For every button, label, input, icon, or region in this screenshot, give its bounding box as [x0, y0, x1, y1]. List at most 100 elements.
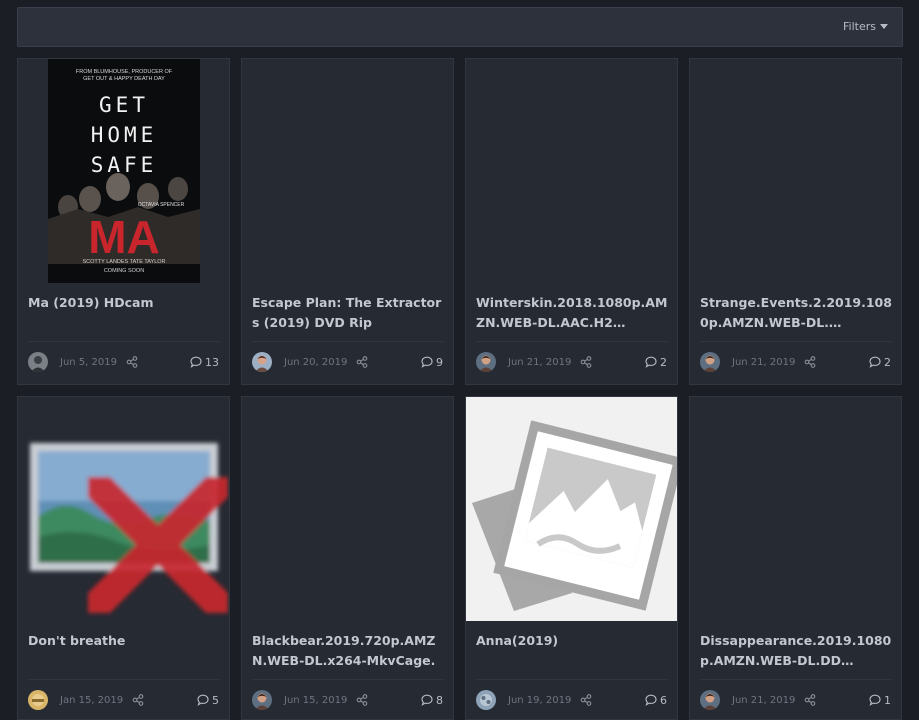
comment-count-value: 5 — [212, 693, 219, 707]
share-icon[interactable] — [356, 356, 368, 368]
poster-headline-1: GET — [99, 93, 149, 117]
card-thumbnail[interactable]: FROM BLUMHOUSE, PRODUCER OF GET OUT & HA… — [18, 59, 229, 283]
comment-count[interactable]: 5 — [197, 694, 219, 707]
comment-icon — [421, 356, 433, 368]
comment-icon — [421, 694, 433, 706]
card-meta: Jun 5, 2019 13 — [28, 351, 219, 373]
content-card: FROM BLUMHOUSE, PRODUCER OF GET OUT & HA… — [17, 58, 230, 385]
card-meta: Jun 21, 2019 2 — [476, 351, 667, 373]
author-avatar[interactable] — [700, 352, 720, 372]
content-card: Don't breathe Jan 15, 2019 5 — [17, 396, 230, 720]
card-title[interactable]: Don't breathe — [28, 631, 222, 673]
content-card: Blackbear.2019.720p.AMZN.WEB-DL.x264-Mkv… — [241, 396, 454, 720]
post-date: Jun 21, 2019 — [732, 694, 796, 706]
comment-count-value: 1 — [884, 693, 891, 707]
post-date: Jun 15, 2019 — [284, 694, 348, 706]
card-meta: Jun 15, 2019 8 — [252, 689, 443, 711]
share-icon[interactable] — [126, 356, 138, 368]
author-avatar[interactable] — [28, 352, 48, 372]
author-avatar[interactable] — [700, 690, 720, 710]
card-meta: Jun 21, 2019 2 — [700, 351, 891, 373]
share-icon[interactable] — [804, 694, 816, 706]
filters-label: Filters — [843, 20, 876, 33]
poster-coming-soon: COMING SOON — [104, 268, 144, 274]
card-divider — [252, 341, 443, 342]
comment-count[interactable]: 2 — [869, 356, 891, 369]
broken-image-icon — [30, 443, 228, 613]
post-date: Jun 21, 2019 — [508, 356, 572, 368]
card-thumbnail[interactable] — [690, 59, 901, 283]
author-avatar[interactable] — [252, 352, 272, 372]
comment-count[interactable]: 9 — [421, 356, 443, 369]
card-divider — [28, 341, 219, 342]
card-title[interactable]: Winterskin.2018.1080p.AMZN.WEB-DL.AAC.H2… — [476, 293, 670, 335]
share-icon[interactable] — [356, 694, 368, 706]
share-icon[interactable] — [580, 694, 592, 706]
author-avatar[interactable] — [252, 690, 272, 710]
comment-count-value: 13 — [205, 355, 219, 369]
content-card: Winterskin.2018.1080p.AMZN.WEB-DL.AAC.H2… — [465, 58, 678, 385]
image-placeholder-icon — [466, 397, 677, 621]
card-title[interactable]: Ma (2019) HDcam — [28, 293, 222, 335]
card-divider — [700, 341, 891, 342]
share-icon[interactable] — [132, 694, 144, 706]
comment-icon — [869, 694, 881, 706]
card-meta: Jun 20, 2019 9 — [252, 351, 443, 373]
comment-count[interactable]: 2 — [645, 356, 667, 369]
poster-headline-3: SAFE — [91, 153, 158, 177]
card-divider — [28, 679, 219, 680]
card-divider — [476, 679, 667, 680]
filter-bar: Filters — [17, 7, 903, 47]
filters-button[interactable]: Filters — [843, 20, 888, 33]
card-thumbnail[interactable] — [466, 59, 677, 283]
poster-credits: SCOTTY LANDES TATE TAYLOR — [82, 259, 165, 265]
comment-count-value: 2 — [884, 355, 891, 369]
poster-tagline-2: GET OUT & HAPPY DEATH DAY — [83, 76, 165, 82]
card-thumbnail[interactable] — [242, 397, 453, 621]
comment-count[interactable]: 1 — [869, 694, 891, 707]
poster-title: MA — [88, 211, 160, 263]
card-divider — [252, 679, 443, 680]
author-avatar[interactable] — [28, 690, 48, 710]
card-thumbnail[interactable] — [690, 397, 901, 621]
comment-count[interactable]: 13 — [190, 356, 219, 369]
poster-tagline-1: FROM BLUMHOUSE, PRODUCER OF — [76, 69, 173, 75]
card-thumbnail[interactable] — [242, 59, 453, 283]
card-title[interactable]: Blackbear.2019.720p.AMZN.WEB-DL.x264-Mkv… — [252, 631, 446, 673]
card-meta: Jun 21, 2019 1 — [700, 689, 891, 711]
post-date: Jun 20, 2019 — [284, 356, 348, 368]
comment-icon — [645, 356, 657, 368]
comment-icon — [190, 356, 202, 368]
card-title[interactable]: Escape Plan: The Extractors (2019) DVD R… — [252, 293, 446, 335]
post-date: Jan 15, 2019 — [60, 694, 124, 706]
comment-count[interactable]: 8 — [421, 694, 443, 707]
share-icon[interactable] — [580, 356, 592, 368]
poster-star: OCTAVIA SPENCER — [138, 202, 185, 208]
comment-count-value: 9 — [436, 355, 443, 369]
post-date: Jun 5, 2019 — [60, 356, 117, 368]
content-card: Strange.Events.2.2019.1080p.AMZN.WEB-DL.… — [689, 58, 902, 385]
card-meta: Jun 19, 2019 6 — [476, 689, 667, 711]
caret-down-icon — [880, 24, 888, 29]
card-thumbnail[interactable] — [18, 397, 229, 621]
comment-icon — [645, 694, 657, 706]
card-title[interactable]: Strange.Events.2.2019.1080p.AMZN.WEB-DL.… — [700, 293, 894, 335]
content-card: Dissappearance.2019.1080p.AMZN.WEB-DL.DD… — [689, 396, 902, 720]
author-avatar[interactable] — [476, 352, 496, 372]
card-title[interactable]: Dissappearance.2019.1080p.AMZN.WEB-DL.DD… — [700, 631, 894, 673]
poster-headline-2: HOME — [91, 123, 158, 147]
comment-icon — [197, 694, 209, 706]
comment-icon — [869, 356, 881, 368]
post-date: Jun 19, 2019 — [508, 694, 572, 706]
share-icon[interactable] — [804, 356, 816, 368]
card-thumbnail[interactable] — [466, 397, 677, 621]
author-avatar[interactable] — [476, 690, 496, 710]
content-card: Escape Plan: The Extractors (2019) DVD R… — [241, 58, 454, 385]
post-date: Jun 21, 2019 — [732, 356, 796, 368]
comment-count[interactable]: 6 — [645, 694, 667, 707]
card-divider — [476, 341, 667, 342]
card-meta: Jan 15, 2019 5 — [28, 689, 219, 711]
comment-count-value: 8 — [436, 693, 443, 707]
card-title[interactable]: Anna(2019) — [476, 631, 670, 673]
content-card: Anna(2019) Jun 19, 2019 6 — [465, 396, 678, 720]
